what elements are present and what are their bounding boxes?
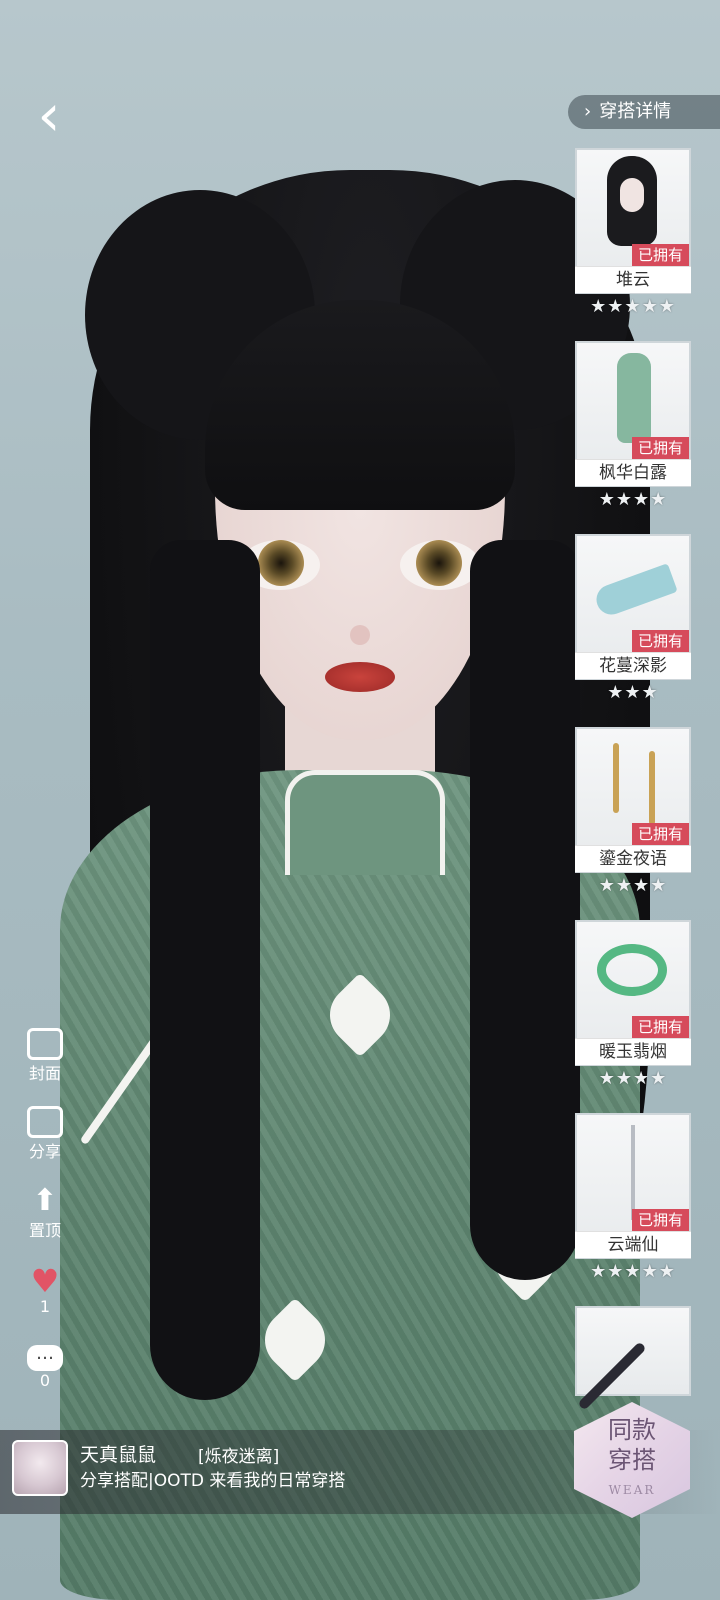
lips [325,662,395,692]
star-rating: ★★★★ [598,489,668,510]
hair-front-left [150,540,260,1400]
outfit-tag[interactable]: [烁夜迷离] [198,1442,279,1467]
nose [350,625,370,645]
heart-icon: ♥ [30,1262,60,1300]
item-name: 云端仙 [575,1231,691,1258]
like-button[interactable]: ♥ 1 [20,1265,70,1316]
comment-button[interactable]: … 0 [20,1345,70,1390]
chevron-right-icon: › [584,101,592,122]
owned-badge: 已拥有 [631,1016,689,1038]
item-card-bangle[interactable]: 已拥有 暖玉翡烟 ★★★★ [575,920,691,1090]
cover-label: 封面 [28,1064,61,1083]
right-iris [416,540,462,586]
pin-top-icon: ⬆ [32,1183,58,1218]
same-outfit-badge: WEAR [608,1483,656,1497]
pen-icon [577,1341,647,1411]
comment-count: 0 [39,1371,51,1390]
same-outfit-line1: 同款 [608,1416,656,1444]
owned-badge: 已拥有 [631,437,689,459]
item-thumbnail [575,1306,691,1411]
chevron-left-icon: ‹ [37,81,61,149]
same-outfit-line2: 穿搭 [608,1446,656,1474]
item-card-hair[interactable]: 已拥有 堆云 ★★★★★ [575,148,691,318]
star-rating: ★★★★ [598,1068,668,1089]
item-name: 花蔓深影 [575,652,691,679]
item-name: 堆云 [575,266,691,293]
earring-icon [613,743,619,813]
owned-badge: 已拥有 [631,630,689,652]
username[interactable]: 天真鼠鼠 [80,1440,156,1467]
star-rating: ★★★★★ [590,1261,676,1282]
post-description: 分享搭配|OOTD 来看我的日常穿搭 [80,1471,346,1491]
outfit-details-label: 穿搭详情 [599,101,672,122]
item-card-earrings[interactable]: 已拥有 鎏金夜语 ★★★★ [575,727,691,897]
item-name: 枫华白露 [575,459,691,486]
outfit-details-tab[interactable]: › 穿搭详情 [568,95,720,129]
owned-badge: 已拥有 [631,244,689,266]
cover-button[interactable]: 封面 [20,1028,70,1084]
dress-icon [617,353,651,443]
item-name: 鎏金夜语 [575,845,691,872]
bangle-icon [597,944,667,996]
cover-icon [27,1028,63,1060]
shoe-icon [592,563,678,619]
hairpin-icon [631,1125,635,1220]
dress-collar [285,770,445,875]
like-count: 1 [39,1297,51,1316]
hair-icon [607,156,657,246]
left-iris [258,540,304,586]
pin-top-button[interactable]: ⬆ 置顶 [20,1185,70,1241]
star-rating: ★★★★ [598,875,668,896]
share-button[interactable]: 分享 [20,1106,70,1162]
earring-icon [649,751,655,825]
item-card-hairpin[interactable]: 已拥有 云端仙 ★★★★★ [575,1113,691,1283]
share-label: 分享 [28,1142,61,1161]
item-card-shoes[interactable]: 已拥有 花蔓深影 ★★★ [575,534,691,704]
star-rating: ★★★ [607,682,659,703]
star-rating: ★★★★★ [590,296,676,317]
pin-top-label: 置顶 [28,1221,61,1240]
comment-icon: … [27,1345,63,1371]
avatar[interactable] [12,1440,68,1496]
owned-badge: 已拥有 [631,823,689,845]
owned-badge: 已拥有 [631,1209,689,1231]
back-button[interactable]: ‹ [22,86,76,144]
share-icon [27,1106,63,1138]
item-name: 暖玉翡烟 [575,1038,691,1065]
item-card-dress[interactable]: 已拥有 枫华白露 ★★★★ [575,341,691,511]
hair-front-right [470,540,580,1280]
